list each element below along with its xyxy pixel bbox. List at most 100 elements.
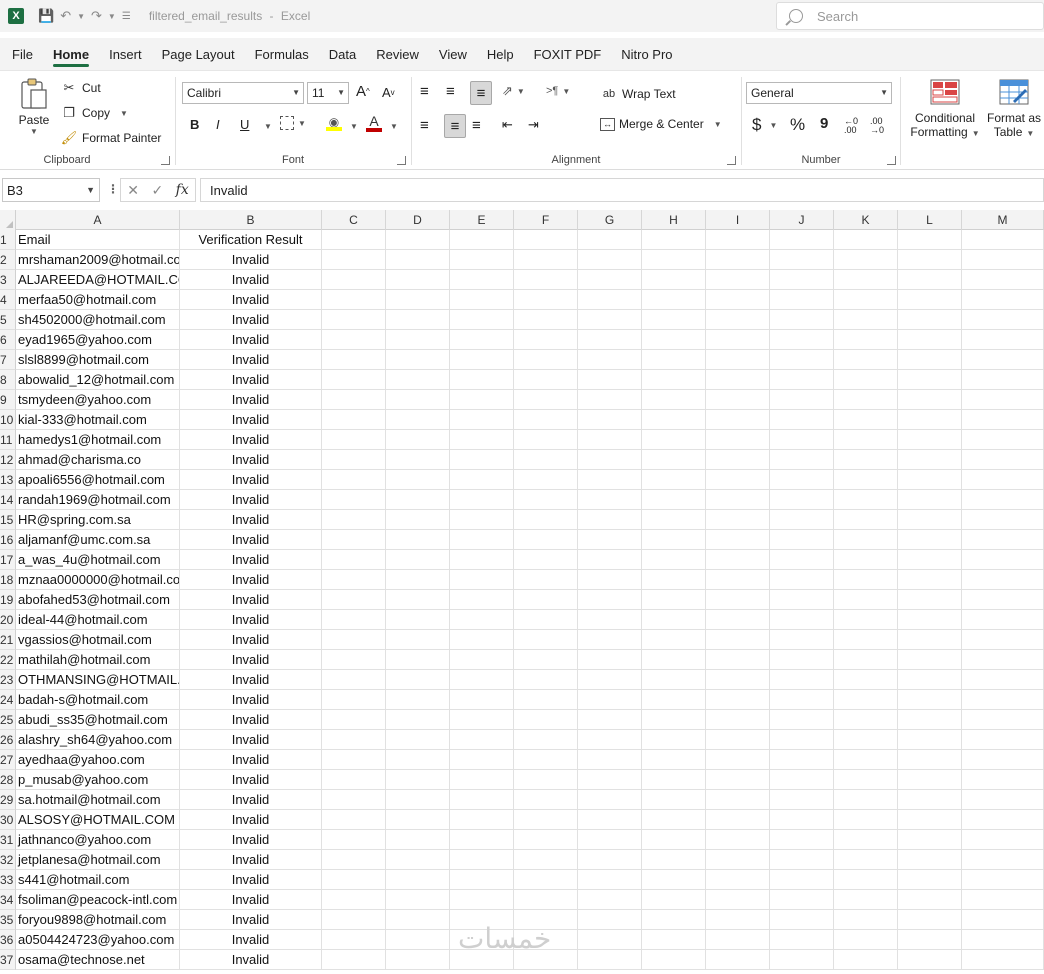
cell-h8[interactable]	[642, 370, 706, 390]
cell-f10[interactable]	[514, 410, 578, 430]
number-launcher-icon[interactable]	[887, 156, 896, 165]
cell-a20[interactable]: ideal-44@hotmail.com	[16, 610, 180, 630]
cell-l22[interactable]	[898, 650, 962, 670]
cell-l14[interactable]	[898, 490, 962, 510]
cell-d32[interactable]	[386, 850, 450, 870]
cell-k16[interactable]	[834, 530, 898, 550]
alignment-launcher-icon[interactable]	[727, 156, 736, 165]
cell-i22[interactable]	[706, 650, 770, 670]
cell-d11[interactable]	[386, 430, 450, 450]
cell-m25[interactable]	[962, 710, 1044, 730]
cell-e23[interactable]	[450, 670, 514, 690]
cell-f23[interactable]	[514, 670, 578, 690]
cell-k30[interactable]	[834, 810, 898, 830]
cell-j13[interactable]	[770, 470, 834, 490]
cell-m36[interactable]	[962, 930, 1044, 950]
cell-l21[interactable]	[898, 630, 962, 650]
cell-a29[interactable]: sa.hotmail@hotmail.com	[16, 790, 180, 810]
cell-i32[interactable]	[706, 850, 770, 870]
cell-h18[interactable]	[642, 570, 706, 590]
cell-d24[interactable]	[386, 690, 450, 710]
cell-c24[interactable]	[322, 690, 386, 710]
cell-e30[interactable]	[450, 810, 514, 830]
cell-k24[interactable]	[834, 690, 898, 710]
cell-b32[interactable]: Invalid	[180, 850, 322, 870]
cell-c31[interactable]	[322, 830, 386, 850]
cell-f13[interactable]	[514, 470, 578, 490]
cell-k4[interactable]	[834, 290, 898, 310]
cell-b35[interactable]: Invalid	[180, 910, 322, 930]
cell-j21[interactable]	[770, 630, 834, 650]
cell-e19[interactable]	[450, 590, 514, 610]
cell-c23[interactable]	[322, 670, 386, 690]
cell-e10[interactable]	[450, 410, 514, 430]
cell-i37[interactable]	[706, 950, 770, 970]
cell-c8[interactable]	[322, 370, 386, 390]
row-header[interactable]: 8	[0, 370, 16, 390]
cell-j16[interactable]	[770, 530, 834, 550]
chevron-down-icon[interactable]: ▼	[769, 121, 777, 130]
redo-icon[interactable]: ↷	[91, 8, 102, 24]
cell-c20[interactable]	[322, 610, 386, 630]
cell-a31[interactable]: jathnanco@yahoo.com	[16, 830, 180, 850]
cell-e33[interactable]	[450, 870, 514, 890]
cell-i13[interactable]	[706, 470, 770, 490]
cell-j6[interactable]	[770, 330, 834, 350]
cell-h4[interactable]	[642, 290, 706, 310]
cell-b7[interactable]: Invalid	[180, 350, 322, 370]
cell-j18[interactable]	[770, 570, 834, 590]
cell-f16[interactable]	[514, 530, 578, 550]
row-header[interactable]: 26	[0, 730, 16, 750]
cell-f31[interactable]	[514, 830, 578, 850]
cell-l28[interactable]	[898, 770, 962, 790]
cell-f28[interactable]	[514, 770, 578, 790]
cell-b15[interactable]: Invalid	[180, 510, 322, 530]
cell-h30[interactable]	[642, 810, 706, 830]
column-header-e[interactable]: E	[450, 210, 514, 230]
cell-e13[interactable]	[450, 470, 514, 490]
cell-a7[interactable]: slsl8899@hotmail.com	[16, 350, 180, 370]
cell-k5[interactable]	[834, 310, 898, 330]
cell-j10[interactable]	[770, 410, 834, 430]
cell-l34[interactable]	[898, 890, 962, 910]
cell-i11[interactable]	[706, 430, 770, 450]
cell-j1[interactable]	[770, 230, 834, 250]
cell-g16[interactable]	[578, 530, 642, 550]
cell-k31[interactable]	[834, 830, 898, 850]
currency-button[interactable]: $ ▼	[752, 115, 777, 135]
cell-b37[interactable]: Invalid	[180, 950, 322, 970]
redo-dropdown-icon[interactable]: ▼	[108, 12, 116, 21]
cell-k6[interactable]	[834, 330, 898, 350]
cell-b1[interactable]: Verification Result	[180, 230, 322, 250]
cell-j27[interactable]	[770, 750, 834, 770]
cell-e25[interactable]	[450, 710, 514, 730]
cell-m9[interactable]	[962, 390, 1044, 410]
cell-d5[interactable]	[386, 310, 450, 330]
cell-g20[interactable]	[578, 610, 642, 630]
column-header-h[interactable]: H	[642, 210, 706, 230]
undo-dropdown-icon[interactable]: ▼	[77, 12, 85, 21]
cell-e22[interactable]	[450, 650, 514, 670]
chevron-down-icon[interactable]: ▼	[714, 120, 722, 129]
cell-e15[interactable]	[450, 510, 514, 530]
cell-g8[interactable]	[578, 370, 642, 390]
cell-i33[interactable]	[706, 870, 770, 890]
cell-g12[interactable]	[578, 450, 642, 470]
cell-k37[interactable]	[834, 950, 898, 970]
cell-j31[interactable]	[770, 830, 834, 850]
cell-f30[interactable]	[514, 810, 578, 830]
cell-d21[interactable]	[386, 630, 450, 650]
cell-g23[interactable]	[578, 670, 642, 690]
cell-g3[interactable]	[578, 270, 642, 290]
cell-c16[interactable]	[322, 530, 386, 550]
cell-g14[interactable]	[578, 490, 642, 510]
cell-a26[interactable]: alashry_sh64@yahoo.com	[16, 730, 180, 750]
cell-f22[interactable]	[514, 650, 578, 670]
cell-g26[interactable]	[578, 730, 642, 750]
cell-d30[interactable]	[386, 810, 450, 830]
cell-l11[interactable]	[898, 430, 962, 450]
cell-l2[interactable]	[898, 250, 962, 270]
cell-m14[interactable]	[962, 490, 1044, 510]
cell-d6[interactable]	[386, 330, 450, 350]
column-header-c[interactable]: C	[322, 210, 386, 230]
